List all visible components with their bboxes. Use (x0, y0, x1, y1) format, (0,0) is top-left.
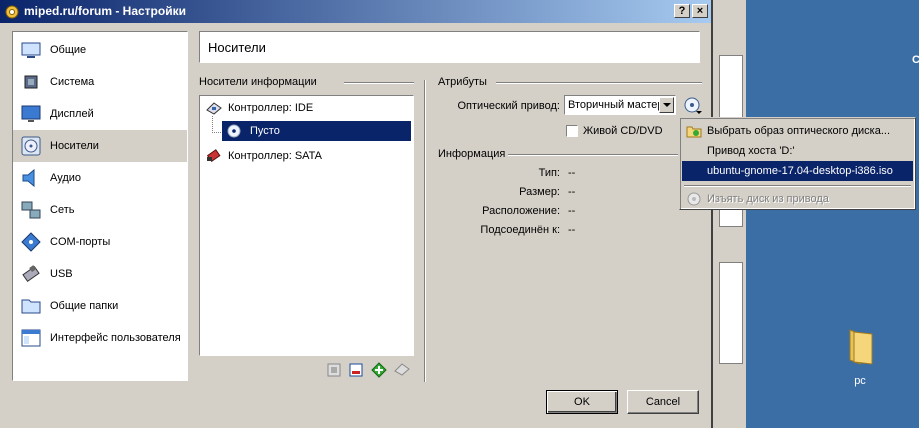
category-network[interactable]: Сеть (13, 194, 187, 226)
category-display[interactable]: Дисплей (13, 98, 187, 130)
category-list: Общие Система Дисплей Носители Аудио Сет… (12, 31, 188, 381)
category-label: Сеть (50, 204, 75, 216)
category-label: USB (50, 268, 73, 280)
cancel-button[interactable]: Cancel (627, 390, 699, 414)
heading-rule (344, 82, 414, 84)
info-type-value: -- (568, 167, 576, 179)
menu-item-host-drive[interactable]: Привод хоста 'D:' (682, 141, 913, 161)
gear-icon (5, 5, 19, 19)
eject-disk-icon (687, 192, 701, 206)
desktop-folder-pc[interactable]: pc (822, 328, 898, 387)
folder-icon (849, 329, 873, 365)
optical-drive-value: Вторичный мастер (568, 99, 664, 111)
help-button[interactable]: ? (674, 4, 690, 18)
info-type-label: Тип: (538, 167, 560, 179)
category-storage[interactable]: Носители (13, 130, 187, 162)
tree-item-label: Контроллер: SATA (228, 150, 322, 162)
page-title-box: Носители (199, 31, 700, 63)
tree-item-empty-drive[interactable]: Пусто (222, 121, 411, 141)
window-title: miped.ru/forum - Настройки (24, 4, 186, 18)
live-cd-checkbox[interactable] (566, 125, 578, 137)
general-icon (21, 42, 41, 58)
information-heading: Информация (438, 148, 506, 160)
category-label: Система (50, 76, 95, 88)
menu-item-iso-image[interactable]: ubuntu-gnome-17.04-desktop-i386.iso (682, 161, 913, 181)
panel-separator (424, 80, 426, 382)
tree-item-ide-controller[interactable]: Контроллер: IDE (202, 98, 411, 118)
tree-item-label: Контроллер: IDE (228, 102, 314, 114)
info-attached-value: -- (568, 224, 576, 236)
close-button[interactable]: × (692, 4, 708, 18)
system-icon (24, 75, 38, 89)
add-controller-icon[interactable] (326, 362, 342, 378)
ide-controller-icon (206, 102, 222, 115)
chevron-down-icon[interactable] (659, 97, 674, 113)
category-label: COM-порты (50, 236, 111, 248)
storage-tree[interactable]: Контроллер: IDE Пусто Контроллер: SATA (199, 95, 414, 356)
menu-item-label: Привод хоста 'D:' (707, 145, 795, 157)
choose-disk-icon (686, 126, 702, 138)
optical-drive-select[interactable]: Вторичный мастер (564, 95, 676, 115)
disc-popup-menu: Выбрать образ оптического диска... Приво… (679, 117, 916, 210)
menu-item-choose-disk-image[interactable]: Выбрать образ оптического диска... (682, 121, 913, 141)
info-size-label: Размер: (519, 186, 560, 198)
category-shared-folders[interactable]: Общие папки (13, 290, 187, 322)
tree-item-sata-controller[interactable]: Контроллер: SATA (202, 146, 411, 166)
category-audio[interactable]: Аудио (13, 162, 187, 194)
remove-attachment-icon[interactable] (394, 362, 410, 378)
category-usb[interactable]: USB (13, 258, 187, 290)
menu-item-label: Выбрать образ оптического диска... (707, 125, 890, 137)
info-location-label: Расположение: (482, 205, 560, 217)
ok-button[interactable]: OK (546, 390, 618, 414)
background-panel (719, 262, 743, 364)
storage-tree-heading: Носители информации (199, 76, 317, 88)
desktop-edge-glyph: C (912, 54, 919, 66)
serial-ports-icon (21, 232, 41, 252)
disc-menu-button[interactable] (683, 96, 703, 116)
network-icon (21, 201, 41, 219)
menu-separator (684, 185, 911, 187)
info-attached-label: Подсоединён к: (480, 224, 560, 236)
attributes-heading: Атрибуты (438, 76, 487, 88)
background-window (712, 0, 746, 428)
category-label: Дисплей (50, 108, 94, 120)
heading-rule (496, 82, 702, 84)
user-interface-icon (21, 329, 41, 347)
menu-item-label: ubuntu-gnome-17.04-desktop-i386.iso (707, 165, 893, 177)
category-label: Общие (50, 44, 87, 56)
category-label: Интерфейс пользователя (50, 332, 181, 344)
menu-item-label: Изъять диск из привода (707, 193, 829, 205)
heading-rule (508, 154, 678, 156)
category-serial-ports[interactable]: COM-порты (13, 226, 187, 258)
live-cd-label: Живой CD/DVD (583, 125, 663, 137)
category-label: Носители (50, 140, 99, 152)
shared-folder-icon (21, 299, 41, 314)
category-system[interactable]: Система (13, 66, 187, 98)
tree-item-label: Пусто (250, 125, 280, 137)
audio-icon (22, 168, 35, 188)
desktop-icon-label: pc (854, 375, 866, 387)
menu-item-eject-disk[interactable]: Изъять диск из привода (682, 189, 913, 209)
category-label: Общие папки (50, 300, 119, 312)
category-user-interface[interactable]: Интерфейс пользователя (13, 322, 187, 354)
settings-dialog: miped.ru/forum - Настройки ? × Общие Сис… (0, 0, 713, 428)
remove-controller-icon[interactable] (348, 362, 364, 378)
category-label: Аудио (50, 172, 82, 184)
category-general[interactable]: Общие (13, 34, 187, 66)
display-icon (21, 105, 41, 122)
title-bar[interactable]: miped.ru/forum - Настройки ? × (0, 0, 711, 23)
cd-disc-icon (227, 124, 241, 138)
add-attachment-icon[interactable] (371, 362, 387, 378)
usb-icon (22, 265, 40, 282)
optical-drive-label: Оптический привод: (457, 100, 561, 112)
info-size-value: -- (568, 186, 576, 198)
sata-controller-icon (206, 149, 221, 163)
page-title: Носители (208, 40, 266, 55)
storage-icon (21, 136, 41, 156)
info-location-value: -- (568, 205, 576, 217)
